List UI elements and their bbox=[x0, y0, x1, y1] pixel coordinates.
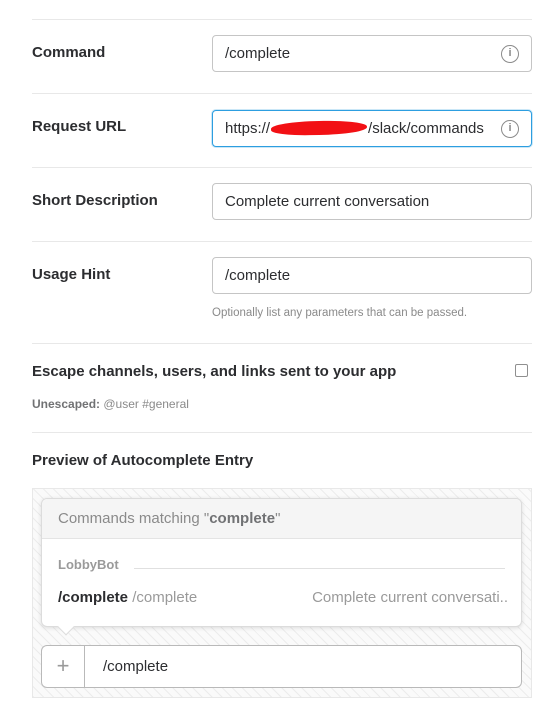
popup-command-item[interactable]: /complete /complete bbox=[58, 589, 197, 606]
command-input[interactable]: /complete i bbox=[212, 35, 532, 72]
escape-note-value: @user #general bbox=[103, 397, 189, 411]
command-value: /complete bbox=[225, 45, 291, 62]
usage-hint-value: /complete bbox=[225, 267, 291, 284]
escape-label: Escape channels, users, and links sent t… bbox=[32, 363, 397, 380]
divider bbox=[32, 93, 532, 94]
escape-note: Unescaped: @user #general bbox=[32, 397, 189, 411]
popup-header-suffix: " bbox=[275, 510, 281, 527]
popup-header: Commands matching "complete" bbox=[42, 499, 521, 539]
divider bbox=[32, 343, 532, 344]
preview-title: Preview of Autocomplete Entry bbox=[32, 452, 254, 469]
divider bbox=[32, 167, 532, 168]
info-icon[interactable]: i bbox=[501, 120, 519, 138]
request-url-label: Request URL bbox=[32, 118, 127, 135]
popup-command: /complete bbox=[58, 589, 129, 606]
popup-header-prefix: Commands matching " bbox=[58, 510, 210, 527]
command-label: Command bbox=[32, 44, 106, 61]
popup-header-term: complete bbox=[209, 510, 276, 527]
usage-hint-label: Usage Hint bbox=[32, 266, 111, 283]
popup-group-label: LobbyBot bbox=[58, 557, 119, 572]
popup-description: Complete current conversati.. bbox=[312, 589, 508, 606]
request-url-prefix: https:// bbox=[225, 120, 271, 137]
escape-note-prefix: Unescaped: bbox=[32, 397, 101, 411]
request-url-suffix: /slack/commands bbox=[368, 120, 484, 137]
message-input[interactable]: + /complete bbox=[41, 645, 522, 688]
autocomplete-popup: Commands matching "complete" LobbyBot /c… bbox=[41, 498, 522, 636]
message-text: /complete bbox=[103, 658, 169, 675]
divider bbox=[32, 432, 532, 433]
redaction-mark bbox=[270, 120, 368, 136]
short-description-label: Short Description bbox=[32, 192, 158, 209]
plus-icon[interactable]: + bbox=[42, 646, 85, 687]
divider bbox=[134, 568, 505, 569]
request-url-input[interactable]: https:// /slack/commands i bbox=[212, 110, 532, 147]
divider bbox=[32, 19, 532, 20]
popup-usage: /complete bbox=[132, 589, 198, 606]
info-icon[interactable]: i bbox=[501, 45, 519, 63]
escape-checkbox[interactable] bbox=[515, 364, 528, 377]
short-description-value: Complete current conversation bbox=[225, 193, 430, 210]
usage-hint-help: Optionally list any parameters that can … bbox=[212, 307, 468, 319]
usage-hint-input[interactable]: /complete bbox=[212, 257, 532, 294]
short-description-input[interactable]: Complete current conversation bbox=[212, 183, 532, 220]
divider bbox=[32, 241, 532, 242]
